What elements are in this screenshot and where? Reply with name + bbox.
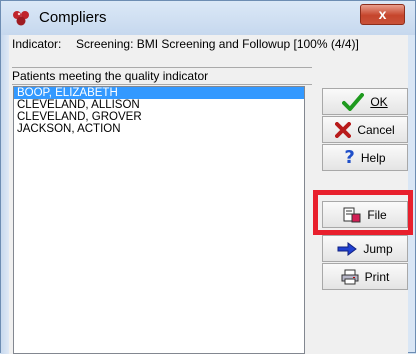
list-item[interactable]: CLEVELAND, GROVER [14, 111, 304, 123]
close-button[interactable]: x [360, 4, 405, 25]
jump-button[interactable]: Jump [322, 235, 408, 262]
app-icon [12, 10, 30, 26]
cancel-label: Cancel [357, 122, 395, 137]
print-label: Print [364, 269, 390, 284]
indicator-label: Indicator: [12, 37, 62, 51]
cancel-button[interactable]: Cancel [322, 116, 408, 143]
patients-listbox[interactable]: BOOP, ELIZABETH CLEVELAND, ALLISON CLEVE… [13, 86, 305, 354]
arrow-right-icon [337, 241, 358, 256]
help-button[interactable]: ? Help [322, 144, 408, 171]
patients-caption: Patients meeting the quality indicator [12, 67, 312, 85]
printer-icon [341, 269, 359, 285]
window-frame-left [1, 35, 9, 354]
list-item[interactable]: CLEVELAND, ALLISON [14, 99, 304, 111]
list-item[interactable]: JACKSON, ACTION [14, 123, 304, 135]
ok-label: OK [370, 94, 388, 109]
highlight-annotation [313, 190, 413, 235]
list-item[interactable]: BOOP, ELIZABETH [14, 87, 304, 99]
jump-label: Jump [363, 241, 393, 256]
print-button[interactable]: Print [322, 263, 408, 290]
window-title: Compliers [39, 9, 107, 26]
help-label: Help [360, 150, 386, 165]
patients-label: Patients meeting the quality indicator [12, 69, 209, 83]
title-bar[interactable]: Compliers x [1, 1, 415, 35]
indicator-value: Screening: BMI Screening and Followup [1… [76, 37, 359, 51]
red-x-icon [335, 121, 352, 138]
compliers-dialog: Compliers x Indicator: Screening: BMI Sc… [0, 0, 416, 354]
ok-button[interactable]: OK [322, 88, 408, 115]
close-icon: x [378, 6, 387, 22]
indicator-line: Indicator: Screening: BMI Screening and … [12, 37, 359, 51]
question-mark-icon: ? [344, 146, 355, 168]
checkmark-icon [342, 92, 365, 111]
